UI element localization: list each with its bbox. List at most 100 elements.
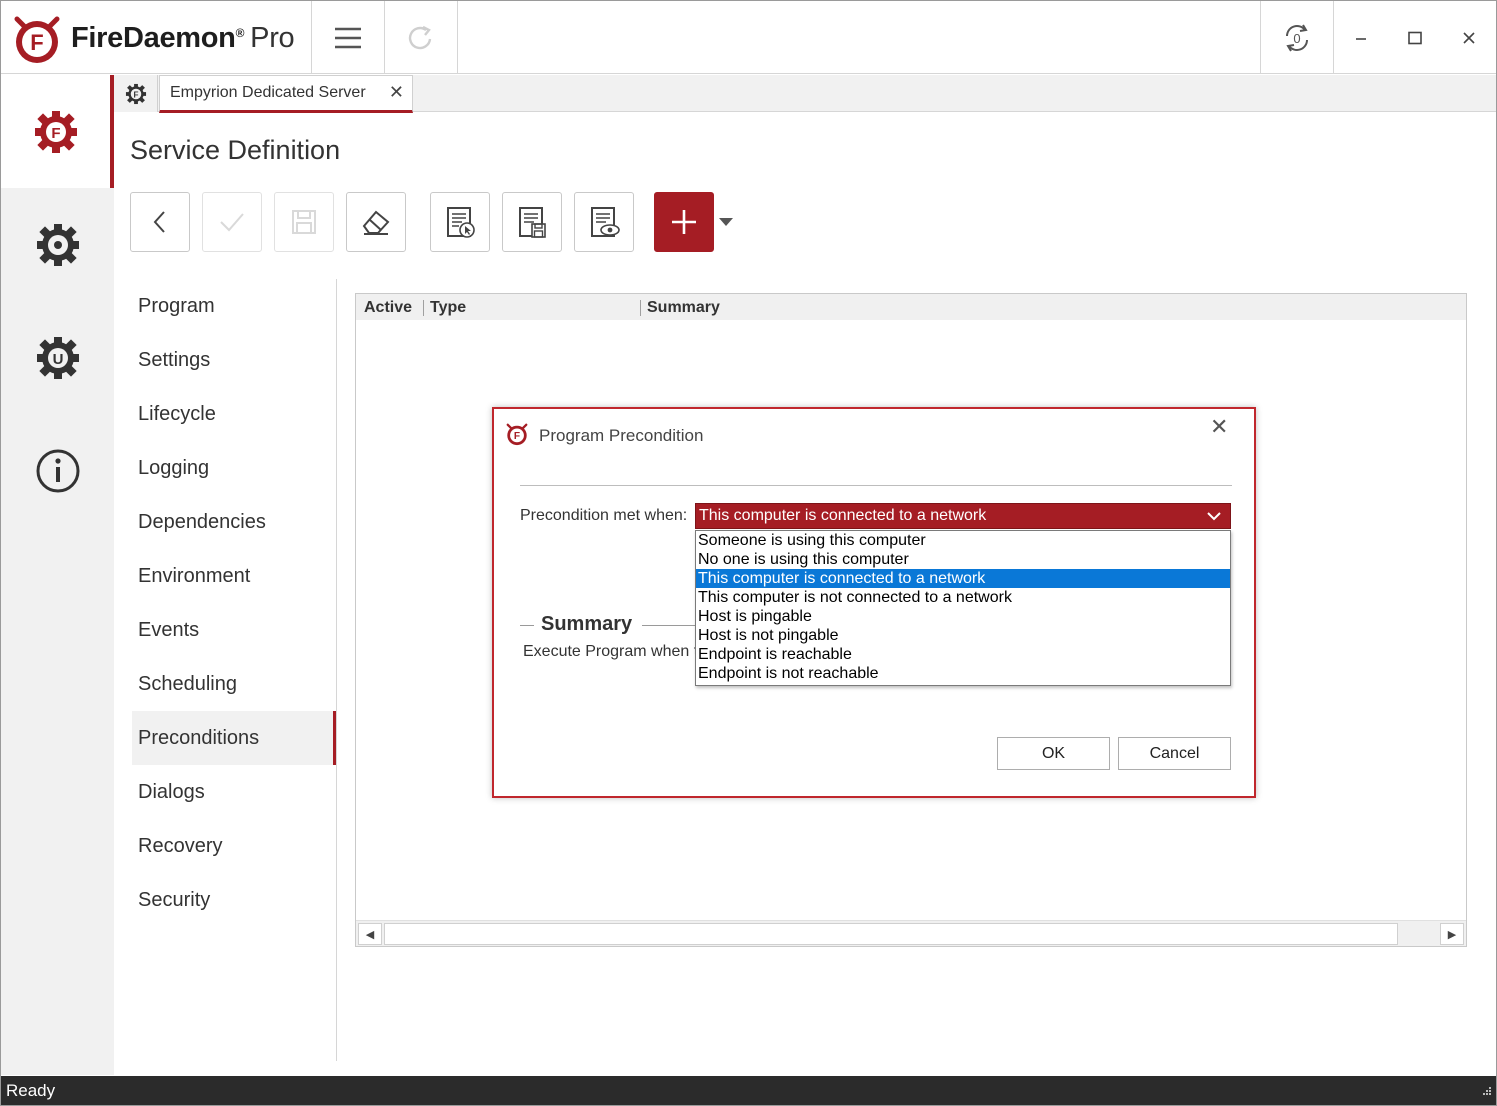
menu-button[interactable] — [312, 1, 384, 74]
titlebar-divider — [457, 1, 458, 74]
check-icon — [220, 213, 244, 232]
svg-text:0: 0 — [1293, 31, 1300, 46]
dropdown-option[interactable]: Endpoint is not reachable — [696, 664, 1230, 683]
summary-title: Summary — [541, 613, 633, 635]
nav-item-security[interactable]: Security — [132, 873, 336, 927]
nav-item-scheduling[interactable]: Scheduling — [132, 657, 336, 711]
nav-item-recovery[interactable]: Recovery — [132, 819, 336, 873]
nav-item-dialogs[interactable]: Dialogs — [132, 765, 336, 819]
nav-item-dependencies[interactable]: Dependencies — [132, 495, 336, 549]
nav-item-settings[interactable]: Settings — [132, 333, 336, 387]
minimize-button[interactable] — [1334, 1, 1388, 74]
title-bar: F FireDaemon® Pro 0 — [1, 1, 1496, 74]
column-header-summary[interactable]: Summary — [647, 299, 720, 317]
scroll-right-icon[interactable]: ▶ — [1440, 923, 1464, 945]
nav-item-events[interactable]: Events — [132, 603, 336, 657]
back-icon — [153, 211, 165, 233]
summary-text: Execute Program when t — [523, 643, 695, 660]
tab-service[interactable]: Empyrion Dedicated Server ✕ — [159, 75, 413, 113]
summary-rule — [520, 625, 534, 626]
close-button[interactable] — [1442, 1, 1496, 74]
resize-grip-icon[interactable] — [1478, 1084, 1492, 1098]
import-button[interactable] — [430, 192, 490, 252]
back-button[interactable] — [130, 192, 190, 252]
nav-item-logging[interactable]: Logging — [132, 441, 336, 495]
dropdown-option[interactable]: No one is using this computer — [696, 550, 1230, 569]
nav-item-program[interactable]: Program — [132, 279, 336, 333]
add-button[interactable] — [654, 192, 714, 252]
info-icon — [36, 449, 79, 492]
edition-label: Pro — [250, 22, 295, 54]
column-header-active[interactable]: Active — [364, 299, 412, 317]
dialog-close-icon[interactable]: ✕ — [1210, 414, 1228, 440]
column-divider — [423, 300, 424, 316]
condition-select-value: This computer is connected to a network — [699, 507, 987, 524]
dropdown-option[interactable]: Endpoint is reachable — [696, 645, 1230, 664]
app-logo: F FireDaemon® Pro — [11, 11, 301, 66]
column-header-type[interactable]: Type — [430, 299, 466, 317]
sync-icon: 0 — [1286, 23, 1308, 52]
firedaemon-gear-icon: F — [125, 83, 146, 104]
add-dropdown-button[interactable] — [717, 214, 735, 230]
gear-icon — [36, 223, 79, 266]
document-pointer-icon — [447, 207, 475, 238]
hamburger-icon — [335, 27, 361, 48]
save-icon — [292, 210, 316, 234]
firedaemon-logo-icon: F — [506, 423, 528, 446]
section-nav: Program Settings Lifecycle Logging Dependenc… — [132, 279, 336, 927]
maximize-button[interactable] — [1388, 1, 1442, 74]
rail-item-updates[interactable]: U — [1, 301, 114, 414]
dialog-divider — [520, 485, 1232, 486]
scrollbar-thumb[interactable] — [384, 923, 1398, 945]
close-icon — [1463, 31, 1475, 44]
firedaemon-gear-icon: F — [34, 110, 77, 153]
cancel-button[interactable]: Cancel — [1118, 737, 1231, 770]
firedaemon-logo-icon: F — [14, 16, 60, 63]
ok-button[interactable]: OK — [997, 737, 1110, 770]
clear-button[interactable] — [346, 192, 406, 252]
nav-divider — [336, 279, 337, 1061]
column-divider — [640, 300, 641, 316]
eraser-icon — [362, 210, 390, 235]
condition-label: Precondition met when: — [520, 507, 688, 524]
left-rail: F U — [1, 75, 114, 1075]
tab-close-icon[interactable]: ✕ — [389, 82, 404, 103]
chevron-down-icon — [1207, 512, 1221, 521]
sync-button[interactable]: 0 — [1261, 1, 1333, 74]
dropdown-option[interactable]: Someone is using this computer — [696, 531, 1230, 550]
apply-button[interactable] — [202, 192, 262, 252]
minimize-icon — [1356, 37, 1366, 40]
horizontal-scrollbar[interactable]: ◀ ▶ — [356, 920, 1466, 946]
preview-button[interactable] — [574, 192, 634, 252]
rail-item-services[interactable]: F — [1, 75, 114, 188]
page-title: Service Definition — [130, 135, 341, 165]
dropdown-option[interactable]: Host is pingable — [696, 607, 1230, 626]
svg-text:F: F — [30, 30, 43, 55]
nav-item-lifecycle[interactable]: Lifecycle — [132, 387, 336, 441]
condition-select[interactable]: This computer is connected to a network — [695, 503, 1231, 529]
status-text: Ready — [6, 1080, 56, 1100]
document-view-icon — [591, 207, 620, 237]
scroll-left-icon[interactable]: ◀ — [358, 923, 382, 945]
svg-text:F: F — [514, 431, 520, 442]
grid-header: Active Type Summary — [356, 294, 1466, 320]
redo-icon — [408, 25, 432, 49]
tab-home-button[interactable]: F — [114, 75, 158, 112]
add-icon — [672, 210, 696, 234]
nav-item-environment[interactable]: Environment — [132, 549, 336, 603]
maximize-icon — [1408, 31, 1422, 44]
refresh-button[interactable] — [385, 1, 457, 74]
document-save-icon — [519, 207, 546, 238]
rail-item-settings[interactable] — [1, 188, 114, 301]
rail-item-about[interactable] — [1, 414, 114, 527]
condition-dropdown-list: Someone is using this computer No one is … — [695, 530, 1231, 686]
dropdown-option[interactable]: Host is not pingable — [696, 626, 1230, 645]
save-button[interactable] — [274, 192, 334, 252]
svg-text:F: F — [51, 125, 60, 142]
precondition-dialog: F Program Precondition ✕ Precondition me… — [492, 407, 1256, 798]
dropdown-option[interactable]: This computer is not connected to a netw… — [696, 588, 1230, 607]
dropdown-option[interactable]: This computer is connected to a network — [696, 569, 1230, 588]
export-button[interactable] — [502, 192, 562, 252]
svg-text:U: U — [52, 351, 63, 368]
nav-item-preconditions[interactable]: Preconditions — [132, 711, 336, 765]
